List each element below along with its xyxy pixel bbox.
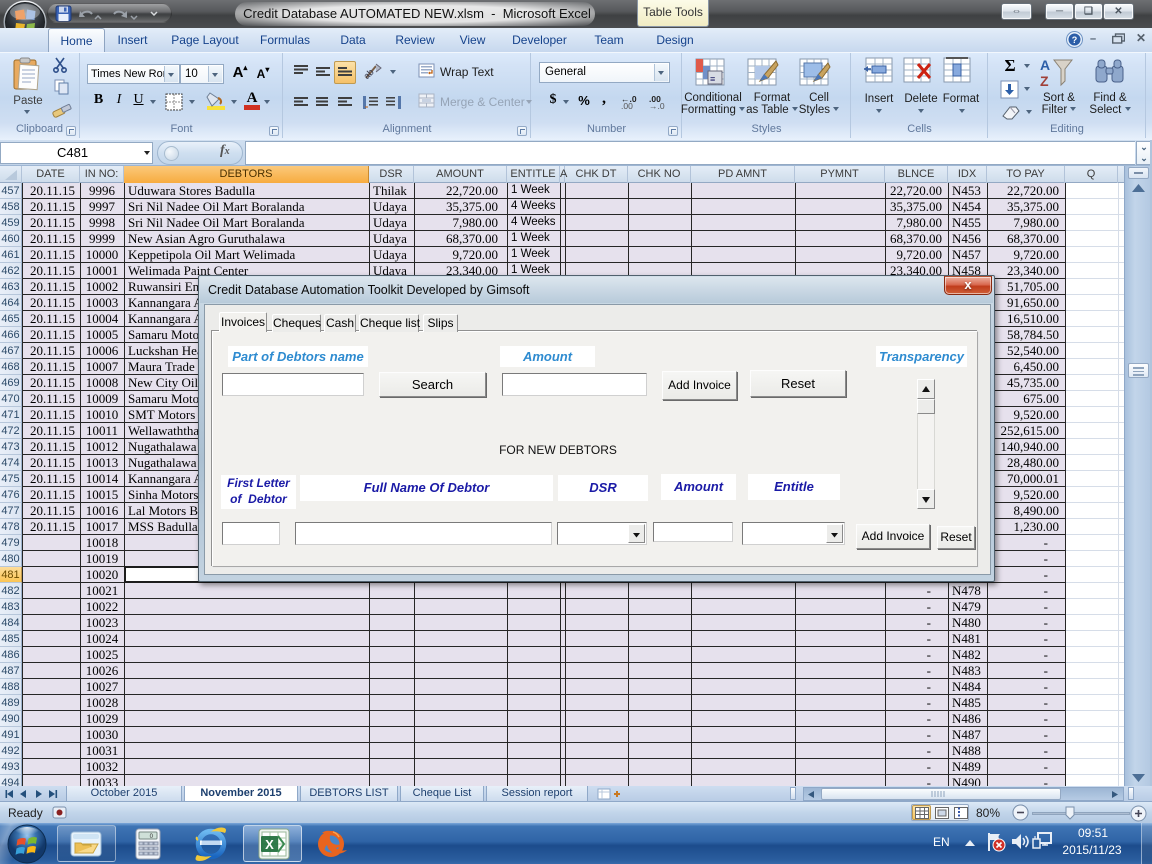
svg-text:A: A [1040,57,1050,73]
svg-text:?: ? [1072,35,1078,45]
svg-text:Z: Z [1040,73,1049,89]
svg-text:X: X [265,837,274,852]
svg-text:→.0: →.0 [649,101,665,110]
svg-text:≡: ≡ [710,74,715,84]
svg-text:.00: .00 [621,101,633,110]
